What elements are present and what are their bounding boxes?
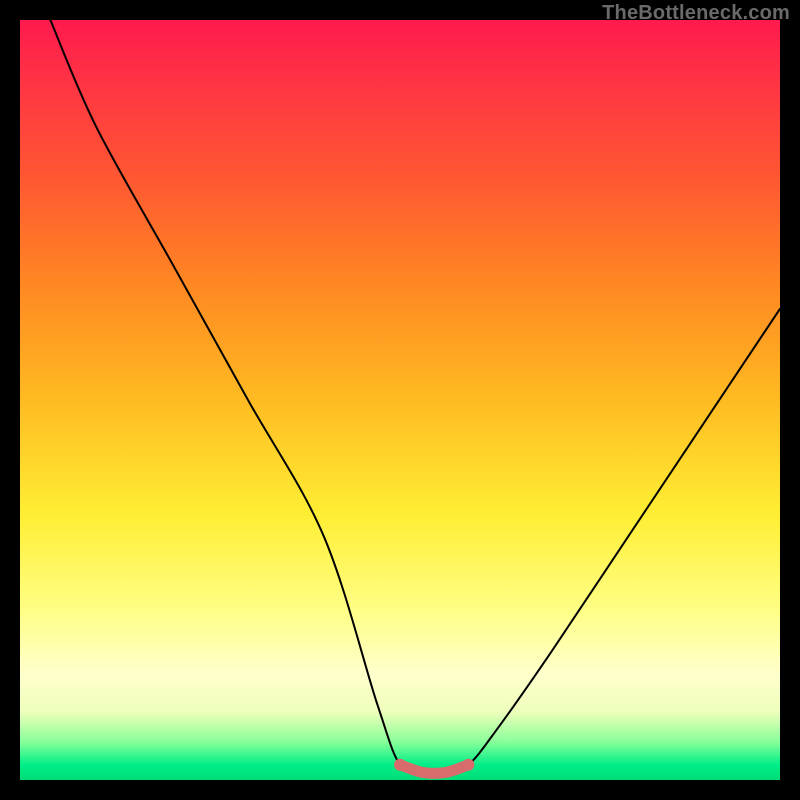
plot-area bbox=[20, 20, 780, 780]
chart-frame: TheBottleneck.com bbox=[0, 0, 800, 800]
flat-region-end-dot bbox=[462, 759, 474, 771]
flat-region-marker bbox=[400, 765, 468, 774]
watermark-text: TheBottleneck.com bbox=[602, 2, 790, 25]
bottleneck-curve bbox=[50, 20, 780, 773]
curve-layer bbox=[20, 20, 780, 780]
flat-region-start-dot bbox=[394, 759, 406, 771]
